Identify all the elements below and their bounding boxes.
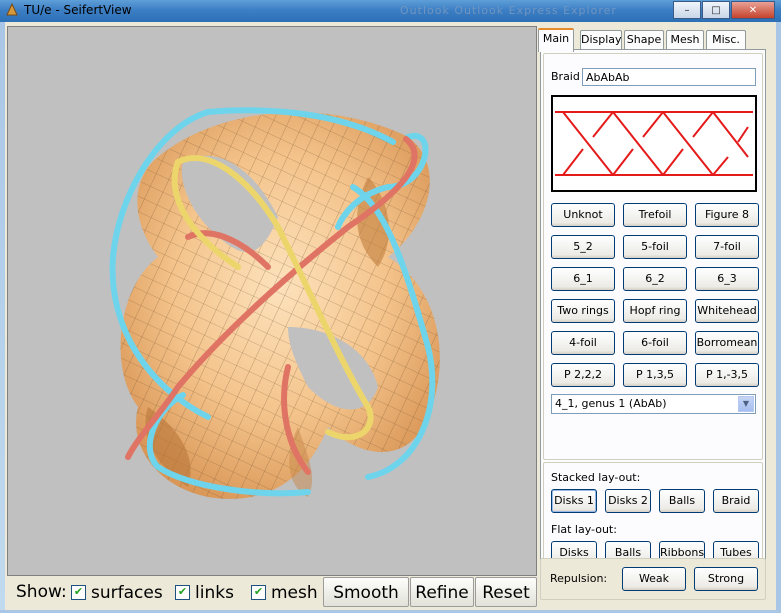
strong-repulsion-button[interactable]: Strong [694,567,758,591]
braid-diagram-svg [555,111,753,176]
knot-6-2-button[interactable]: 6_2 [623,267,687,291]
four-foil-button[interactable]: 4-foil [551,331,615,355]
trefoil-button[interactable]: Trefoil [623,203,687,227]
flat-layout-label: Flat lay-out: [551,523,617,536]
mesh-checkbox[interactable]: ✔ [251,585,266,600]
pretzel-2-2-2-button[interactable]: P 2,2,2 [551,363,615,387]
smooth-button[interactable]: Smooth [323,577,409,607]
braid-diagram [551,95,757,192]
tab-shape[interactable]: Shape [624,30,664,50]
window-controls: – □ ✕ [672,1,775,19]
tab-misc[interactable]: Misc. [706,30,746,50]
stacked-layout-label: Stacked lay-out: [551,471,641,484]
refine-button[interactable]: Refine [410,577,474,607]
maximize-button[interactable]: □ [702,1,730,19]
six-foil-button[interactable]: 6-foil [623,331,687,355]
tab-strip: Main Display Shape Mesh Misc. [538,28,778,52]
hopf-ring-button[interactable]: Hopf ring [623,299,687,323]
bottom-toolbar: Show: ✔ surfaces ✔ links ✔ mesh Smooth R… [7,576,537,610]
seifert-surface-render[interactable] [8,27,536,575]
tab-main[interactable]: Main [538,28,574,52]
chevron-down-icon[interactable]: ▼ [738,396,754,412]
knot-6-3-button[interactable]: 6_3 [695,267,759,291]
knot-select[interactable]: 4_1, genus 1 (AbAb) ▼ [551,394,756,414]
surfaces-label[interactable]: surfaces [91,583,163,603]
unknot-button[interactable]: Unknot [551,203,615,227]
tab-display[interactable]: Display [580,30,622,50]
braid-label: Braid [551,70,580,83]
title-bar: TU/e - SeifertView Outlook Outlook Expre… [0,0,781,22]
weak-repulsion-button[interactable]: Weak [622,567,686,591]
five-foil-button[interactable]: 5-foil [623,235,687,259]
repulsion-group: Repulsion: Weak Strong [540,558,766,600]
control-panel: Main Display Shape Mesh Misc. Braid AbAb… [538,26,778,610]
reset-button[interactable]: Reset [475,577,537,607]
links-checkbox[interactable]: ✔ [175,585,190,600]
mesh-label[interactable]: mesh [271,583,318,603]
seven-foil-button[interactable]: 7-foil [695,235,759,259]
window-title: TU/e - SeifertView [24,3,132,17]
tab-mesh[interactable]: Mesh [666,30,704,50]
show-label: Show: [16,582,67,602]
knot-select-value: 4_1, genus 1 (AbAb) [555,397,667,410]
pretzel-1-neg3-5-button[interactable]: P 1,-3,5 [695,363,759,387]
background-window-text: Outlook Outlook Express Explorer [400,4,617,17]
braid-input[interactable]: AbAbAb [582,68,756,86]
stacked-disks2-button[interactable]: Disks 2 [605,489,651,513]
repulsion-label: Repulsion: [550,572,608,585]
braid-group: Braid AbAbAb Unknot Trefoil Figure 8 5_2… [543,53,763,460]
knot-5-2-button[interactable]: 5_2 [551,235,615,259]
surfaces-checkbox[interactable]: ✔ [71,585,86,600]
borromean-button[interactable]: Borromean [695,331,759,355]
window-frame-left [0,22,5,613]
stacked-braid-button[interactable]: Braid [713,489,759,513]
whitehead-button[interactable]: Whitehead [695,299,759,323]
app-icon [6,3,18,16]
links-label[interactable]: links [195,583,234,603]
close-button[interactable]: ✕ [731,1,775,19]
surface-mesh [120,112,440,499]
main-tab-panel: Braid AbAbAb Unknot Trefoil Figure 8 5_2… [540,49,766,580]
pretzel-1-3-5-button[interactable]: P 1,3,5 [623,363,687,387]
two-rings-button[interactable]: Two rings [551,299,615,323]
3d-viewport[interactable] [7,26,537,576]
figure-8-button[interactable]: Figure 8 [695,203,759,227]
stacked-balls-button[interactable]: Balls [659,489,705,513]
knot-6-1-button[interactable]: 6_1 [551,267,615,291]
minimize-button[interactable]: – [673,1,701,19]
stacked-disks1-button[interactable]: Disks 1 [551,489,597,513]
